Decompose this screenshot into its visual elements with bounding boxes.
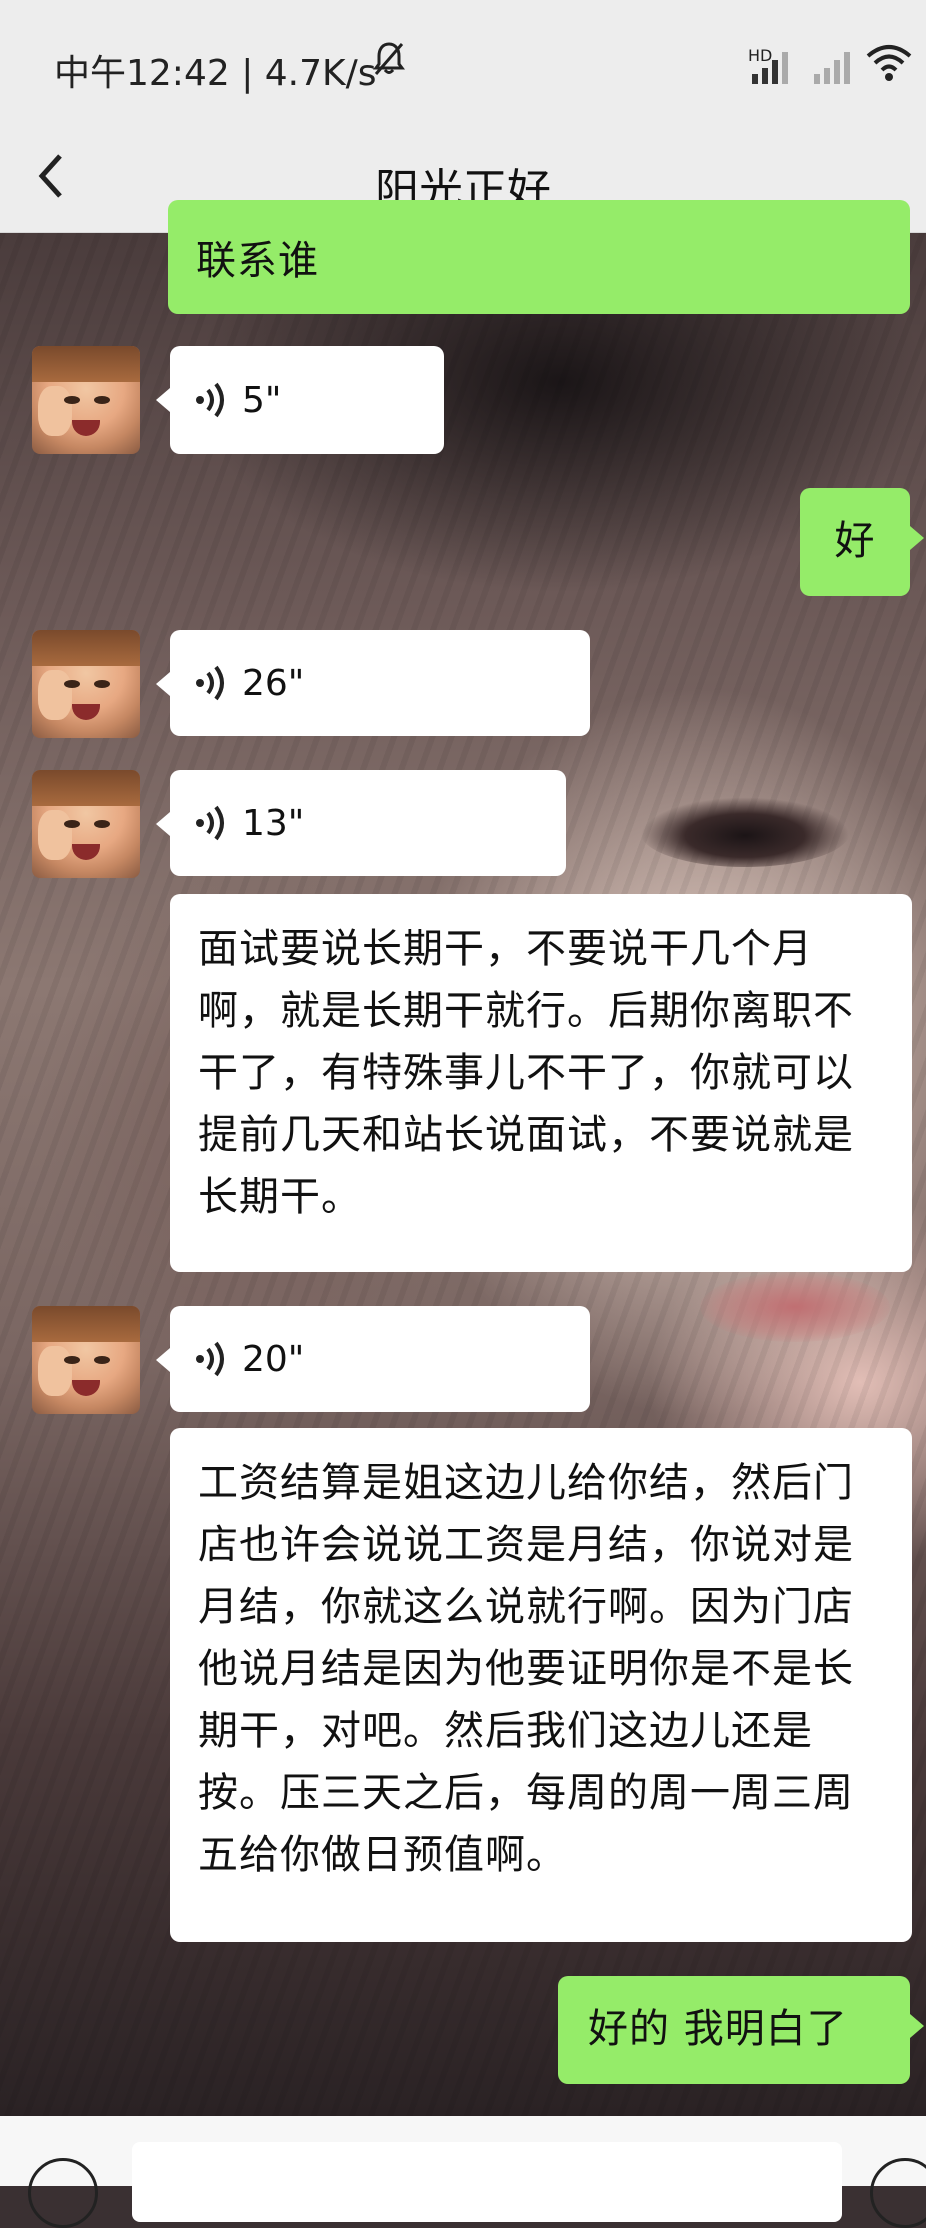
voice-duration: 26" [242,662,305,704]
status-time: 中午12:42 | 4.7K/s [54,53,377,94]
contact-avatar[interactable] [32,346,140,454]
voice-duration: 13" [242,802,305,844]
message-text: 联系谁 [196,238,319,284]
wallpaper-lips [700,1272,890,1342]
contact-avatar[interactable] [32,1306,140,1414]
input-bar [0,2116,926,2228]
emoji-icon[interactable] [870,2158,926,2228]
voice-message-bubble[interactable]: 13" [156,770,566,876]
message-bubble-received[interactable]: 面试要说长期干，不要说干几个月啊，就是长期干就行。后期你离职不干了，有特殊事儿不… [170,894,912,1272]
contact-avatar[interactable] [32,630,140,738]
voice-wave-icon [196,1341,224,1377]
signal-strength-icon-1 [752,50,788,84]
signal-strength-icon-2 [814,50,850,84]
voice-wave-icon [196,665,224,701]
contact-avatar[interactable] [32,770,140,878]
voice-wave-icon [196,805,224,841]
voice-message-bubble[interactable]: 20" [156,1306,590,1412]
message-bubble-received[interactable]: 工资结算是姐这边儿给你结，然后门店也许会说说工资是月结，你说对是月结，你就这么说… [170,1428,912,1942]
message-bubble-sent[interactable]: 好 [800,488,924,596]
wifi-icon [866,45,912,81]
message-text: 好 [834,518,876,564]
voice-duration: 20" [242,1338,305,1380]
voice-wave-icon [196,382,224,418]
message-text: 工资结算是姐这边儿给你结，然后门店也许会说说工资是月结，你说对是月结，你就这么说… [198,1460,854,1878]
message-bubble-sent[interactable]: 好的 我明白了 [558,1976,924,2084]
voice-message-bubble[interactable]: 26" [156,630,590,736]
message-text: 好的 我明白了 [588,2006,848,2052]
message-text: 面试要说长期干，不要说干几个月啊，就是长期干就行。后期你离职不干了，有特殊事儿不… [198,926,854,1220]
message-input[interactable] [132,2142,842,2222]
status-bar: 中午12:42 | 4.7K/s HD [0,0,926,130]
message-bubble-sent[interactable]: 联系谁 [168,200,910,314]
bell-muted-icon [372,40,406,85]
voice-input-icon[interactable] [28,2158,98,2228]
voice-message-bubble[interactable]: 5" [156,346,444,454]
voice-duration: 5" [242,379,282,421]
wallpaper-eye [640,797,850,867]
